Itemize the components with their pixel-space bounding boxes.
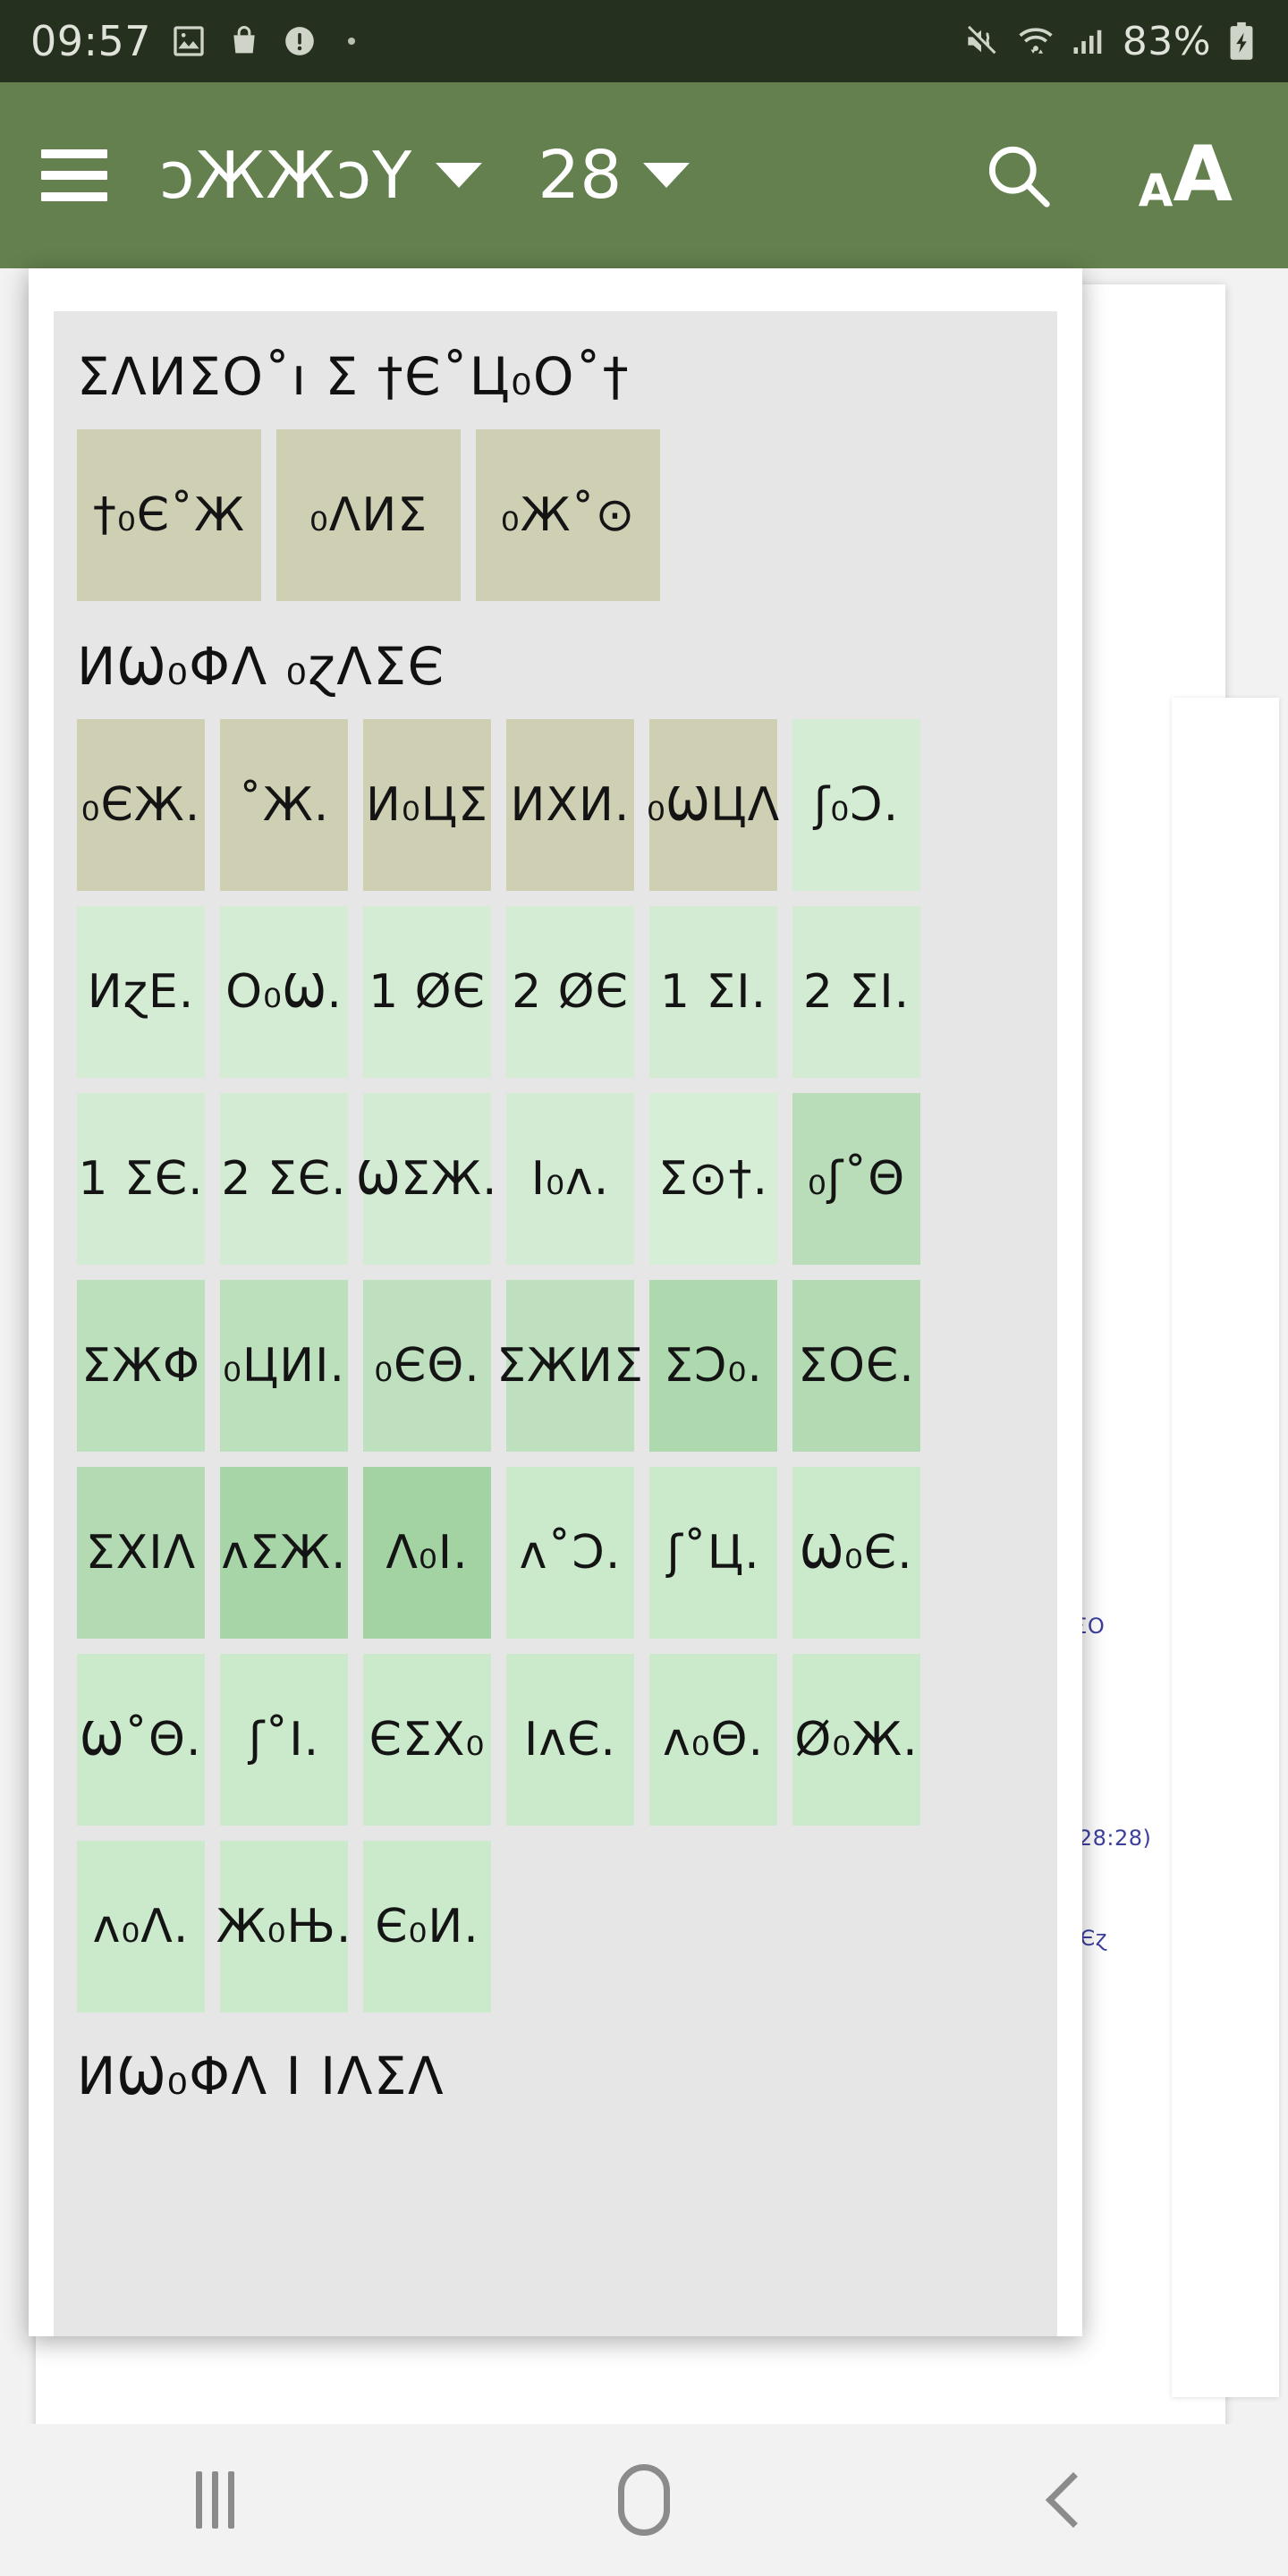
book-chip[interactable]: ʃ₀Ɔ. [792, 719, 920, 891]
status-bar-left: 09:57 [30, 17, 356, 65]
text-size-small-label: A [1138, 164, 1174, 216]
book-chip[interactable]: ИɀE. [77, 906, 205, 1078]
book-chip[interactable]: ʌ₀Θ. [649, 1654, 777, 1826]
book-chip[interactable]: ₀ЄΘ. [363, 1280, 491, 1452]
book-chip[interactable]: ₀ѠЦΛ [647, 719, 779, 891]
old-testament-grid: ₀ЄЖ. ˚Ж. И₀ЦΣ ИХИ. ₀ѠЦΛ ʃ₀Ɔ. ИɀE. О₀Ѡ. 1 ØЄ 2 ØЄ 1… [54, 719, 1057, 2012]
chapter-number-label: 28 [538, 137, 623, 214]
book-chip[interactable]: Ѡ₀Є. [792, 1467, 920, 1639]
book-chip[interactable]: ʃ˚I. [220, 1654, 348, 1826]
chapter-selector[interactable]: 28 [538, 137, 691, 214]
book-chip[interactable]: †₀Є˚Ж [77, 429, 261, 601]
book-chip[interactable]: ΣХIΛ [77, 1467, 205, 1639]
shopping-bag-icon [226, 23, 262, 59]
back-icon[interactable] [988, 2424, 1158, 2576]
book-chip[interactable]: ₀ʃ˚Θ [792, 1093, 920, 1265]
recents-icon[interactable] [130, 2424, 300, 2576]
book-chip[interactable]: ЄΣХ₀ [363, 1654, 491, 1826]
hamburger-menu-icon[interactable] [41, 149, 107, 201]
book-selector[interactable]: ɔЖЖɔҮ [159, 138, 483, 213]
book-chip[interactable]: ʌ₀Ʌ. [77, 1841, 205, 2012]
book-chip[interactable]: ₀ΛИΣ [276, 429, 461, 601]
signal-bars-icon [1071, 21, 1108, 61]
battery-charging-icon [1225, 21, 1258, 62]
book-chip[interactable]: 1 ØЄ [363, 906, 491, 1078]
android-nav-bar [0, 2424, 1288, 2576]
chevron-down-icon [643, 163, 691, 188]
section-title-recent: ΣΛИΣО˚ı Σ †Є˚Ц₀О˚† [77, 346, 631, 407]
book-chip[interactable]: Σ⊙†. [649, 1093, 777, 1265]
book-chip[interactable]: ₀ЦИI. [220, 1280, 348, 1452]
book-chip[interactable]: ʌΣЖ. [220, 1467, 348, 1639]
search-icon[interactable] [979, 137, 1056, 214]
app-bar: ɔЖЖɔҮ 28 A A [0, 82, 1288, 268]
app-bar-actions: A A [979, 130, 1247, 220]
book-chip[interactable]: ѠΣЖ. [357, 1093, 496, 1265]
book-chip[interactable]: Λ₀I. [363, 1467, 491, 1639]
book-chip[interactable]: ΣƆ₀. [649, 1280, 777, 1452]
book-chip[interactable]: ₀Ж˚⊙ [476, 429, 660, 601]
home-icon[interactable] [559, 2424, 729, 2576]
book-chip[interactable]: 2 ØЄ [506, 906, 634, 1078]
book-chip[interactable]: ΣЖΦ [77, 1280, 205, 1452]
book-chip[interactable]: ˚Ж. [220, 719, 348, 891]
book-chip[interactable]: ΣОЄ. [792, 1280, 920, 1452]
recent-books-row: †₀Є˚Ж ₀ΛИΣ ₀Ж˚⊙ [54, 429, 1057, 601]
book-chip[interactable]: ₀ЄЖ. [77, 719, 205, 891]
notification-dot-icon [348, 38, 356, 45]
battery-percent-label: 83% [1122, 18, 1211, 64]
status-clock: 09:57 [30, 17, 152, 65]
book-name-label: ɔЖЖɔҮ [159, 138, 413, 213]
image-icon [171, 23, 207, 59]
section-title-new-testament: ИѠ₀ΦΛ I IΛΣΛ [77, 2046, 445, 2106]
phone-screen: 09:57 83% ɔЖЖɔҮ 28 A A 28:28) ΣΛИΣО˚ı Σ … [0, 0, 1288, 2576]
book-chip[interactable]: I₀ʌ. [506, 1093, 634, 1265]
book-chip[interactable]: ИХИ. [506, 719, 634, 891]
book-chip[interactable]: ΣЖИΣ [496, 1280, 643, 1452]
book-chip[interactable]: Ж₀Њ. [216, 1841, 351, 2012]
book-chip[interactable]: IʌЄ. [506, 1654, 634, 1826]
book-chip[interactable]: Ø₀Ж. [792, 1654, 920, 1826]
book-chip[interactable]: 2 ΣI. [792, 906, 920, 1078]
book-chip[interactable]: 2 ΣЄ. [220, 1093, 348, 1265]
text-size-large-label: A [1173, 130, 1233, 220]
book-chip[interactable]: ʃ˚Ц. [649, 1467, 777, 1639]
text-size-icon[interactable]: A A [1138, 130, 1233, 220]
mute-vibrate-icon [962, 21, 1001, 61]
alert-circle-icon [282, 23, 318, 59]
section-title-old-testament: ИѠ₀ΦΛ ₀ɀΛΣЄ [77, 636, 445, 697]
wifi-icon [1015, 21, 1056, 61]
status-bar: 09:57 83% [0, 0, 1288, 82]
book-chooser-dialog: ΣΛИΣО˚ı Σ †Є˚Ц₀О˚† †₀Є˚Ж ₀ΛИΣ ₀Ж˚⊙ ИѠ₀ΦΛ ₀… [29, 268, 1082, 2336]
book-chip[interactable]: О₀Ѡ. [220, 906, 348, 1078]
book-chip[interactable]: И₀ЦΣ [363, 719, 491, 891]
status-bar-right: 83% [962, 19, 1258, 64]
book-chip[interactable]: ʌ˚Ɔ. [506, 1467, 634, 1639]
book-chip[interactable]: Ѡ˚Θ. [77, 1654, 205, 1826]
book-chip[interactable]: 1 ΣI. [649, 906, 777, 1078]
chevron-down-icon [436, 163, 483, 188]
book-chip[interactable]: 1 ΣЄ. [77, 1093, 205, 1265]
book-chooser-scroll-area[interactable]: ΣΛИΣО˚ı Σ †Є˚Ц₀О˚† †₀Є˚Ж ₀ΛИΣ ₀Ж˚⊙ ИѠ₀ΦΛ ₀… [54, 311, 1057, 2336]
book-chip[interactable]: Є₀И. [363, 1841, 491, 2012]
